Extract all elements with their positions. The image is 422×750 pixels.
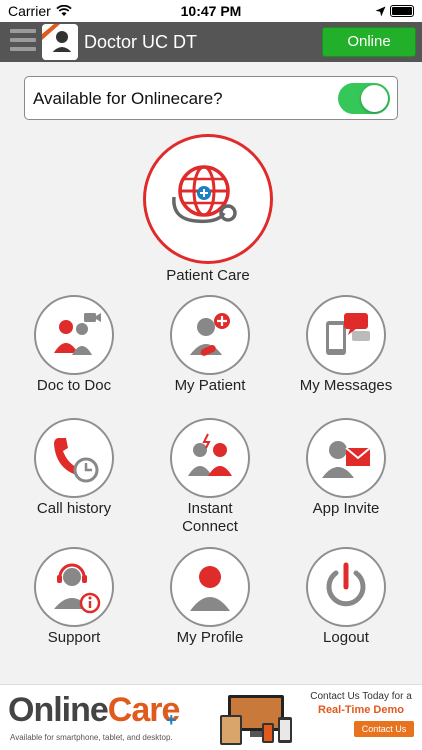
app-invite-button[interactable]: [306, 418, 386, 498]
logout-button[interactable]: [306, 547, 386, 627]
devices-illustration: [220, 695, 292, 745]
brand-online-text: Online: [8, 691, 109, 729]
my-profile-button[interactable]: [170, 547, 250, 627]
contact-us-button[interactable]: Contact Us: [354, 721, 414, 737]
my-messages-label: My Messages: [299, 377, 393, 394]
user-profile-icon: [190, 566, 230, 611]
app-invite-label: App Invite: [312, 500, 380, 517]
user-envelope-icon: [322, 441, 371, 478]
power-icon: [326, 562, 366, 607]
logout-label: Logout: [323, 629, 369, 646]
availability-label: Available for Onlinecare?: [33, 89, 223, 108]
support-button[interactable]: [34, 547, 114, 627]
phone-chat-icon: [326, 313, 370, 355]
patient-care-button[interactable]: [143, 134, 273, 264]
doctors-connect-icon: [188, 433, 232, 476]
patient-care-label: Patient Care: [166, 267, 250, 284]
instant-connect-label: Instant Connect: [182, 500, 238, 535]
my-messages-button[interactable]: [306, 295, 386, 375]
online-status-button[interactable]: Online: [322, 27, 416, 57]
banner-tagline: Available for smartphone, tablet, and de…: [10, 733, 173, 742]
call-history-label: Call history: [36, 500, 112, 517]
battery-icon: [390, 5, 414, 17]
page-title: Doctor UC DT: [84, 32, 198, 52]
brand-plus-icon: +: [166, 710, 177, 730]
globe-stethoscope-icon: [172, 165, 237, 224]
app-logo: [42, 24, 78, 60]
ad-banner[interactable]: OnlineCare + Available for smartphone, t…: [0, 684, 422, 750]
patient-pills-icon: [190, 313, 230, 356]
my-patient-label: My Patient: [174, 377, 246, 394]
my-profile-label: My Profile: [176, 629, 244, 646]
clock: 10:47 PM: [180, 3, 242, 19]
banner-contact-line1: Contact Us Today for a: [310, 691, 412, 702]
status-bar: Carrier 10:47 PM: [0, 0, 422, 22]
banner-contact-line2: Real-Time Demo: [318, 704, 404, 716]
doctors-video-icon: [54, 313, 101, 355]
nav-bar: Doctor UC DT Online: [0, 22, 422, 62]
doc-to-doc-button[interactable]: [34, 295, 114, 375]
availability-toggle[interactable]: [338, 83, 390, 114]
toggle-knob: [361, 85, 388, 112]
support-label: Support: [47, 629, 101, 646]
instant-connect-button[interactable]: [170, 418, 250, 498]
phone-clock-icon: [54, 438, 99, 483]
hamburger-menu-icon[interactable]: [10, 29, 36, 55]
headset-info-icon: [54, 563, 101, 614]
doc-to-doc-label: Doc to Doc: [36, 377, 112, 394]
availability-row: Available for Onlinecare?: [24, 76, 398, 120]
call-history-button[interactable]: [34, 418, 114, 498]
banner-brand: OnlineCare: [8, 691, 180, 730]
location-arrow-icon: [375, 4, 386, 20]
my-patient-button[interactable]: [170, 295, 250, 375]
